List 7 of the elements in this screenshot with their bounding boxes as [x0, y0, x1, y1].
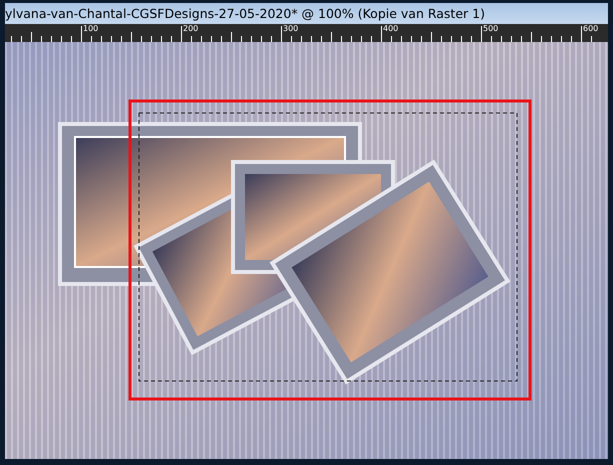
ruler-label: 600	[582, 24, 600, 34]
ruler-label: 500	[482, 24, 500, 34]
ruler-label: 200	[182, 24, 200, 34]
ruler-label: 300	[282, 24, 300, 34]
ruler-label: 400	[382, 24, 400, 34]
ruler-label: 100	[82, 24, 100, 34]
window-title: ylvana-van-Chantal-CGSFDesigns-27-05-2020* @ 100% (Kopie van Raster 1)	[5, 3, 608, 24]
